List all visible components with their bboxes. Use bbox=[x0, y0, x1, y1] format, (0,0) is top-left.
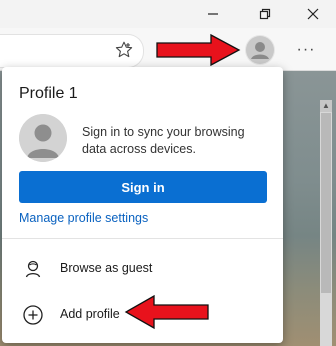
red-arrow-right-icon bbox=[156, 33, 241, 67]
sign-in-label: Sign in bbox=[121, 179, 165, 195]
scroll-thumb[interactable] bbox=[321, 113, 331, 293]
browse-as-guest-item[interactable]: Browse as guest bbox=[2, 253, 283, 283]
restore-button[interactable] bbox=[242, 0, 288, 28]
minimize-icon bbox=[208, 13, 218, 15]
avatar-icon bbox=[246, 36, 274, 64]
profile-button[interactable] bbox=[245, 35, 275, 65]
profile-avatar bbox=[19, 114, 67, 162]
divider bbox=[2, 238, 283, 239]
close-button[interactable] bbox=[290, 0, 336, 28]
scroll-up-arrow-icon[interactable]: ▲ bbox=[320, 100, 332, 112]
manage-profile-settings-link[interactable]: Manage profile settings bbox=[19, 211, 148, 225]
more-options-button[interactable]: ··· bbox=[294, 38, 318, 62]
sync-description: Sign in to sync your browsing data acros… bbox=[82, 125, 245, 156]
guest-icon bbox=[25, 260, 41, 278]
red-arrow-left-icon bbox=[124, 294, 209, 330]
avatar-icon bbox=[19, 114, 67, 162]
add-profile-label: Add profile bbox=[60, 307, 120, 321]
more-icon: ··· bbox=[296, 41, 316, 58]
close-icon bbox=[307, 8, 319, 20]
browse-as-guest-label: Browse as guest bbox=[60, 261, 153, 275]
sign-in-button[interactable]: Sign in bbox=[19, 171, 267, 203]
add-circle-icon bbox=[23, 305, 43, 325]
restore-icon bbox=[259, 8, 271, 20]
profile-name: Profile 1 bbox=[19, 85, 78, 102]
title-bar bbox=[0, 0, 336, 28]
minimize-button[interactable] bbox=[190, 0, 236, 28]
star-icon[interactable] bbox=[114, 40, 134, 60]
